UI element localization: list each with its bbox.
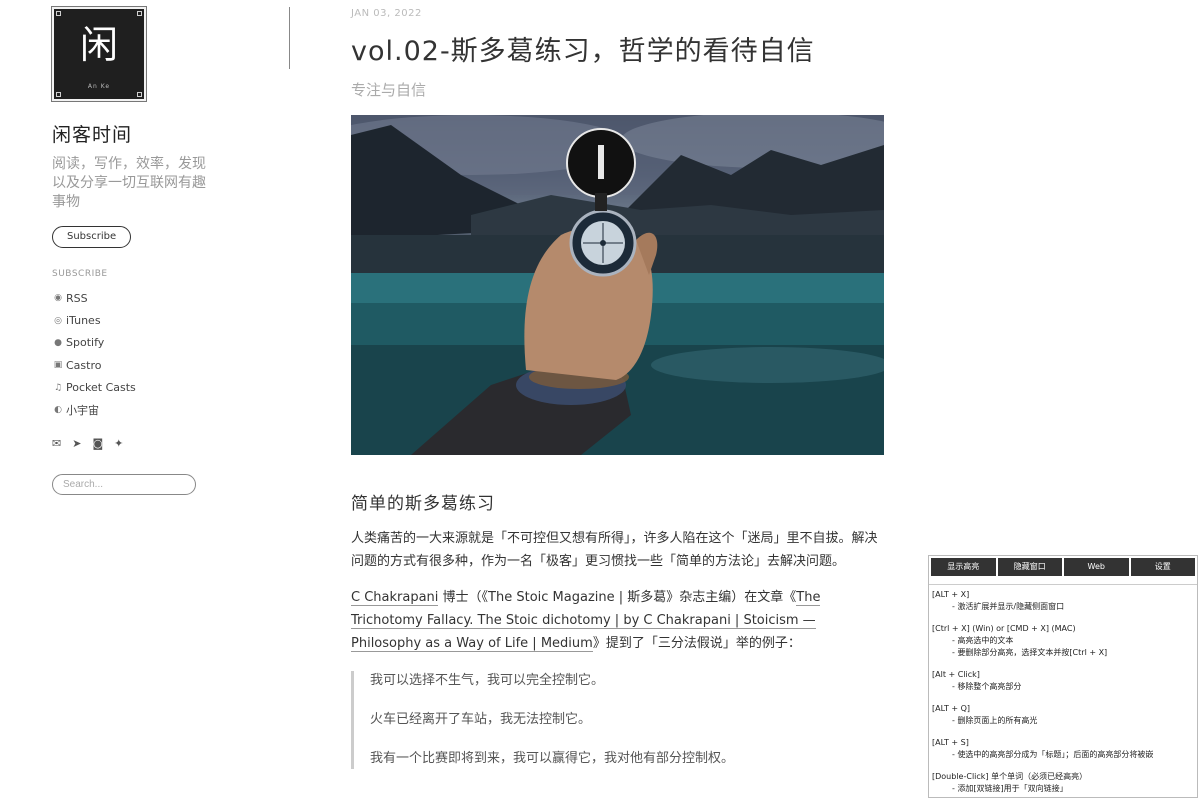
tab-hide-window[interactable]: 隐藏窗口 [997,558,1062,576]
shortcut-item: [ALT + X] 激活扩展并显示/隐藏侧面窗口 [932,589,1193,613]
subscribe-list: ◉ RSS ◎ iTunes ● Spotify ▣ Castro ♫ Pock… [52,287,272,421]
instagram-icon[interactable]: ◙ [92,437,103,450]
article-title: vol.02-斯多葛练习，哲学的看待自信 [351,36,815,67]
paragraph-2-text-2: 》提到了「三分法假说」举的例子： [592,636,801,651]
twitter-icon[interactable]: ✦ [114,437,123,450]
highlighter-extension-panel: 显示高亮 隐藏窗口 Web 设置 [ALT + X] 激活扩展并显示/隐藏侧面窗… [928,555,1198,798]
sidebar: 闲 An Ke 闲客时间 阅读，写作，效率，发现以及分享一切互联网有趣事物 Su… [51,6,272,496]
shortcut-key: [Ctrl + X] (Win) or [CMD + X] (MAC) [932,624,1076,633]
tab-settings[interactable]: 设置 [1130,558,1195,576]
shortcut-item: [ALT + S] 使选中的高亮部分成为「标题」；后面的高亮部分将被嵌 [932,737,1193,761]
shortcut-description: 激活扩展并显示/隐藏侧面窗口 [932,601,1193,613]
shortcut-description: 使选中的高亮部分成为「标题」；后面的高亮部分将被嵌 [932,749,1193,761]
search-input[interactable] [52,474,196,496]
shortcut-key: [ALT + X] [932,590,970,599]
shortcut-key: [Alt + Click] [932,670,980,679]
social-links: ✉ ➤ ◙ ✦ [52,437,272,450]
section-heading: 简单的斯多葛练习 [351,494,495,514]
paragraph-2: C Chakrapani 博士（《The Stoic Magazine | 斯多… [351,586,886,655]
shortcut-key: [Double-Click] 单个单词（必须已经高亮） [932,772,1088,781]
shortcut-description: 高亮选中的文本 [932,635,1193,647]
subscribe-link-xiaoyuzhou[interactable]: ◐ 小宇宙 [52,399,272,421]
tab-show-highlights[interactable]: 显示高亮 [931,558,996,576]
paragraph-1: 人类痛苦的一大来源就是「不可控但又想有所得」，许多人陷在这个「迷局」里不自拔。解… [351,531,878,569]
shortcut-description: 移除整个高亮部分 [932,681,1193,693]
author-link[interactable]: C Chakrapani [351,590,439,606]
shortcut-description: 删除页面上的所有高光 [932,715,1193,727]
logo-corner [56,11,61,16]
paragraph-2-text-1: 博士（《The Stoic Magazine | 斯多葛》杂志主编）在文章《 [438,590,797,605]
subscribe-link-itunes[interactable]: ◎ iTunes [52,309,272,331]
mail-icon[interactable]: ✉ [52,437,61,450]
logo-corner [137,92,142,97]
logo-subtext: An Ke [87,83,111,90]
logo-corner [56,92,61,97]
shortcut-key: [ALT + Q] [932,704,971,713]
shortcut-item: [Double-Click] 单个单词（必须已经高亮） 添加[双链接]用于「双向… [932,771,1193,795]
rss-icon: ◉ [54,293,62,304]
planet-icon: ◐ [54,405,62,416]
shortcut-description: 要删除部分高亮，选择文本并按[Ctrl + X] [932,647,1193,659]
subscribe-link-label: Castro [66,358,102,372]
shortcut-key: [ALT + S] [932,738,969,747]
subscribe-link-spotify[interactable]: ● Spotify [52,332,272,354]
subscribe-link-label: 小宇宙 [66,404,99,418]
subscribe-link-label: iTunes [66,314,101,328]
extension-tabs: 显示高亮 隐藏窗口 Web 设置 [929,556,1197,578]
subscribe-heading: SUBSCRIBE [52,269,108,279]
subscribe-link-label: Pocket Casts [66,381,136,395]
shortcut-item: [Ctrl + X] (Win) or [CMD + X] (MAC) 高亮选中… [932,623,1193,659]
sidebar-divider [289,7,290,69]
quote-line: 我可以选择不生气，我可以完全控制它。 [370,673,605,688]
site-logo[interactable]: 闲 An Ke [51,6,147,102]
subscribe-link-pocket-casts[interactable]: ♫ Pocket Casts [52,377,272,399]
spotify-icon: ● [54,337,62,348]
tab-web[interactable]: Web [1064,558,1129,576]
castro-icon: ▣ [53,360,63,371]
hero-image [351,115,884,455]
shortcut-item: [Alt + Click] 移除整个高亮部分 [932,669,1193,693]
quote-line: 我有一个比赛即将到来，我可以赢得它，我对他有部分控制权。 [370,751,735,766]
telegram-icon[interactable]: ➤ [72,437,81,450]
subscribe-link-label: Spotify [66,336,105,350]
article-subtitle: 专注与自信 [351,81,427,99]
shortcut-description: 添加[双链接]用于「双向链接」 [932,783,1193,795]
article: JAN 03, 2022 vol.02-斯多葛练习，哲学的看待自信 专注与自信 [351,8,886,788]
site-description: 阅读，写作，效率，发现以及分享一切互联网有趣事物 [52,156,206,210]
hero-illustration [351,115,884,455]
article-date: JAN 03, 2022 [351,8,422,19]
podcast-icon: ◎ [54,315,62,326]
site-title[interactable]: 闲客时间 [52,120,272,146]
subscribe-button[interactable]: Subscribe [52,226,132,248]
music-note-icon: ♫ [53,382,63,393]
blockquote: 我可以选择不生气，我可以完全控制它。 火车已经离开了车站，我无法控制它。 我有一… [351,671,886,769]
subscribe-link-rss[interactable]: ◉ RSS [52,287,272,309]
logo-corner [137,11,142,16]
logo-glyph: 闲 [79,23,118,67]
subscribe-link-castro[interactable]: ▣ Castro [52,354,272,376]
subscribe-link-label: RSS [66,291,88,305]
shortcut-list: [ALT + X] 激活扩展并显示/隐藏侧面窗口 [Ctrl + X] (Win… [929,584,1197,795]
shortcut-item: [ALT + Q] 删除页面上的所有高光 [932,703,1193,727]
quote-line: 火车已经离开了车站，我无法控制它。 [370,712,592,727]
